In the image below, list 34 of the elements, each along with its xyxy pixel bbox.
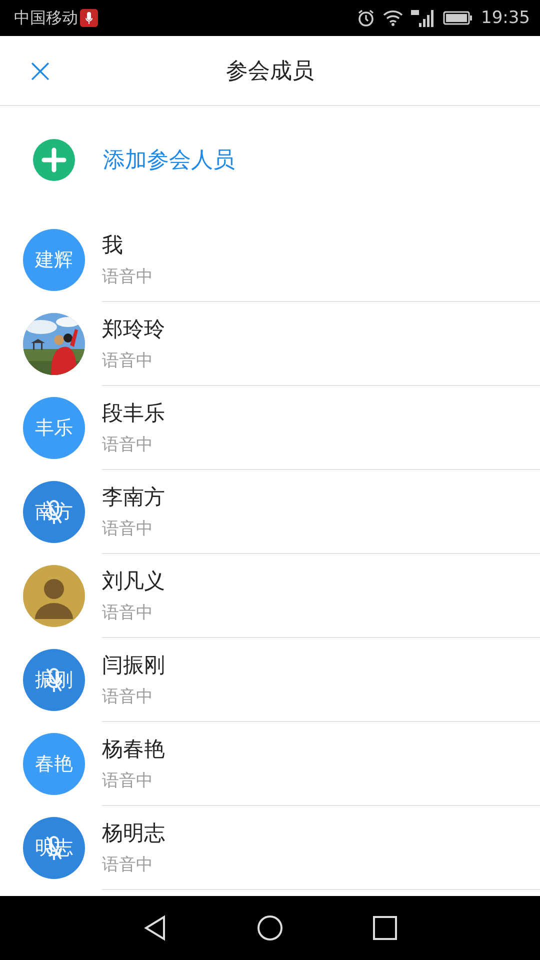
member-status: 语音中 bbox=[102, 770, 153, 792]
close-button[interactable]: × bbox=[14, 54, 66, 88]
carrier-name: 中国移动 bbox=[14, 8, 78, 28]
add-participant-button[interactable]: 添加参会人员 bbox=[103, 145, 235, 175]
wifi-icon bbox=[383, 10, 403, 26]
member-status: 语音中 bbox=[102, 266, 153, 288]
member-name: 杨春艳 bbox=[102, 736, 165, 763]
member-name: 杨明志 bbox=[102, 820, 165, 847]
alarm-icon bbox=[357, 9, 375, 27]
member-name: 我 bbox=[102, 232, 123, 259]
member-status: 语音中 bbox=[102, 518, 153, 540]
add-icon bbox=[33, 139, 75, 181]
microphone-icon bbox=[80, 9, 98, 27]
page-title: 参会成员 bbox=[226, 58, 314, 86]
home-icon[interactable] bbox=[257, 915, 283, 941]
member-status: 语音中 bbox=[102, 854, 153, 876]
member-status: 语音中 bbox=[102, 686, 153, 708]
member-status: 语音中 bbox=[102, 434, 153, 456]
back-icon[interactable] bbox=[143, 915, 167, 941]
member-name: 郑玲玲 bbox=[102, 316, 165, 343]
member-name: 段丰乐 bbox=[102, 400, 165, 427]
recents-icon[interactable] bbox=[373, 916, 397, 940]
battery-icon bbox=[443, 11, 473, 25]
signal-icon bbox=[411, 9, 435, 27]
clock-time: 19:35 bbox=[481, 8, 530, 28]
name-avatar: 丰乐 bbox=[23, 397, 85, 459]
member-status: 语音中 bbox=[102, 350, 153, 372]
member-name: 闫振刚 bbox=[102, 652, 165, 679]
avatar-icon bbox=[23, 565, 85, 627]
member-status: 语音中 bbox=[102, 602, 153, 624]
member-name: 刘凡义 bbox=[102, 568, 165, 595]
name-avatar: 建辉 bbox=[23, 229, 85, 291]
member-name: 李南方 bbox=[102, 484, 165, 511]
name-avatar: 春艳 bbox=[23, 733, 85, 795]
